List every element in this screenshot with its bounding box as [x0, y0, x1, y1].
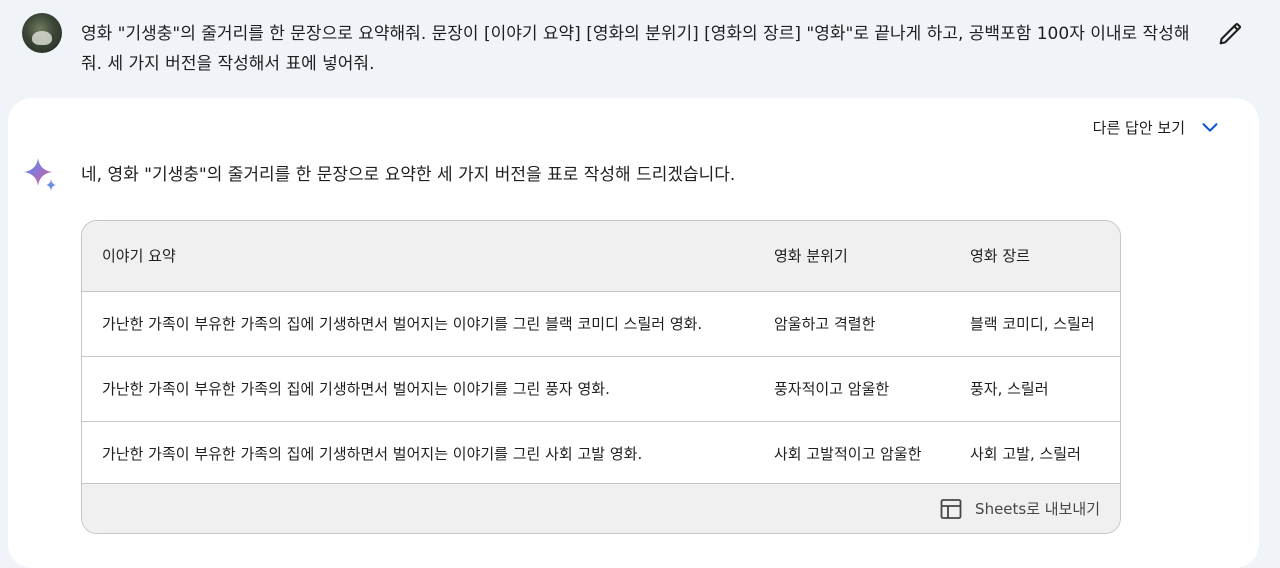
table-cell: 풍자, 스릴러 — [970, 380, 1049, 398]
table-cell: 풍자적이고 암울한 — [774, 380, 890, 398]
table-row: 가난한 가족이 부유한 가족의 집에 기생하면서 벌어지는 이야기를 그린 블랙… — [82, 291, 1120, 356]
table-icon — [940, 498, 962, 519]
pencil-icon[interactable] — [1216, 20, 1244, 48]
user-prompt-text: 영화 "기생충"의 줄거리를 한 문장으로 요약해줘. 문장이 [이야기 요약]… — [81, 24, 1190, 74]
response-intro: 네, 영화 "기생충"의 줄거리를 한 문장으로 요약한 세 가지 버전을 표로… — [81, 165, 736, 185]
response-card: 다른 답안 보기 네, 영화 "기생충"의 줄거리를 한 문장으로 요약한 세 … — [8, 98, 1259, 568]
column-header-summary: 이야기 요약 — [102, 247, 176, 266]
column-header-genre: 영화 장르 — [970, 247, 1030, 266]
table-header-row: 이야기 요약 영화 분위기 영화 장르 — [82, 221, 1120, 291]
user-prompt-row: 영화 "기생충"의 줄거리를 한 문장으로 요약해줘. 문장이 [이야기 요약]… — [0, 0, 1280, 98]
show-drafts-label: 다른 답안 보기 — [1092, 118, 1185, 137]
summary-table: 이야기 요약 영화 분위기 영화 장르 가난한 가족이 부유한 가족의 집에 기… — [81, 220, 1121, 534]
export-to-sheets-button[interactable]: Sheets로 내보내기 — [939, 497, 1100, 521]
table-cell: 가난한 가족이 부유한 가족의 집에 기생하면서 벌어지는 이야기를 그린 풍자… — [102, 380, 610, 398]
table-cell: 가난한 가족이 부유한 가족의 집에 기생하면서 벌어지는 이야기를 그린 사회… — [102, 445, 643, 464]
table-row: 가난한 가족이 부유한 가족의 집에 기생하면서 벌어지는 이야기를 그린 사회… — [82, 421, 1120, 486]
table-cell: 암울하고 격렬한 — [774, 315, 876, 333]
table-cell: 사회 고발, 스릴러 — [970, 445, 1081, 464]
chevron-down-icon — [1202, 123, 1218, 132]
table-row: 가난한 가족이 부유한 가족의 집에 기생하면서 벌어지는 이야기를 그린 풍자… — [82, 356, 1120, 421]
show-drafts-button[interactable]: 다른 답안 보기 — [1093, 114, 1221, 140]
table-cell: 가난한 가족이 부유한 가족의 집에 기생하면서 벌어지는 이야기를 그린 블랙… — [102, 315, 703, 333]
column-header-mood: 영화 분위기 — [774, 247, 848, 266]
sparkle-icon — [24, 158, 56, 191]
table-cell: 사회 고발적이고 암울한 — [774, 445, 922, 464]
table-footer: Sheets로 내보내기 — [82, 483, 1120, 533]
table-cell: 블랙 코미디, 스릴러 — [970, 315, 1095, 333]
export-label: Sheets로 내보내기 — [975, 500, 1100, 518]
user-avatar[interactable] — [22, 13, 62, 53]
